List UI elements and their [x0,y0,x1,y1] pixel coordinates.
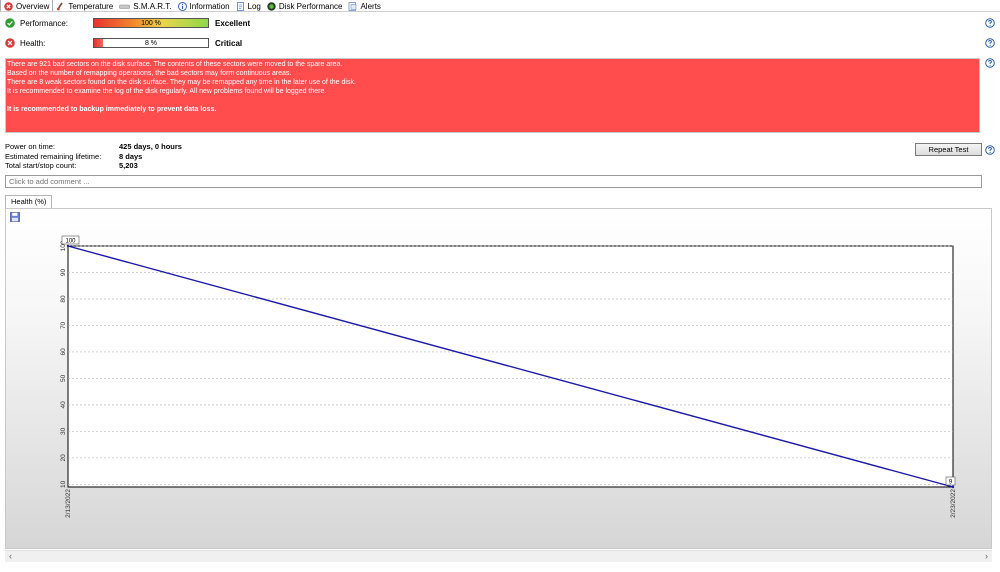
x-tick-label: 2/13/2022 [65,489,72,518]
scroll-right-arrow-icon[interactable]: › [981,551,992,562]
health-chart: 1020304050607080901002/13/2022 2/23/20221… [60,235,957,518]
data-point [66,244,70,248]
y-tick-label: 40 [60,401,67,409]
scroll-left-arrow-icon[interactable]: ‹ [5,551,16,562]
y-tick-label: 90 [60,268,67,276]
y-tick-label: 60 [60,348,67,356]
y-tick-label: 50 [60,374,67,382]
data-label: 100 [65,238,76,244]
y-tick-label: 70 [60,321,67,329]
horizontal-scrollbar[interactable]: ‹ › [5,550,992,562]
data-point [951,485,955,489]
y-tick-label: 20 [60,454,67,462]
y-tick-label: 10 [60,480,67,488]
y-tick-label: 80 [60,295,67,303]
y-tick-label: 30 [60,427,67,435]
x-tick-label: 2/23/2022 [950,489,957,518]
